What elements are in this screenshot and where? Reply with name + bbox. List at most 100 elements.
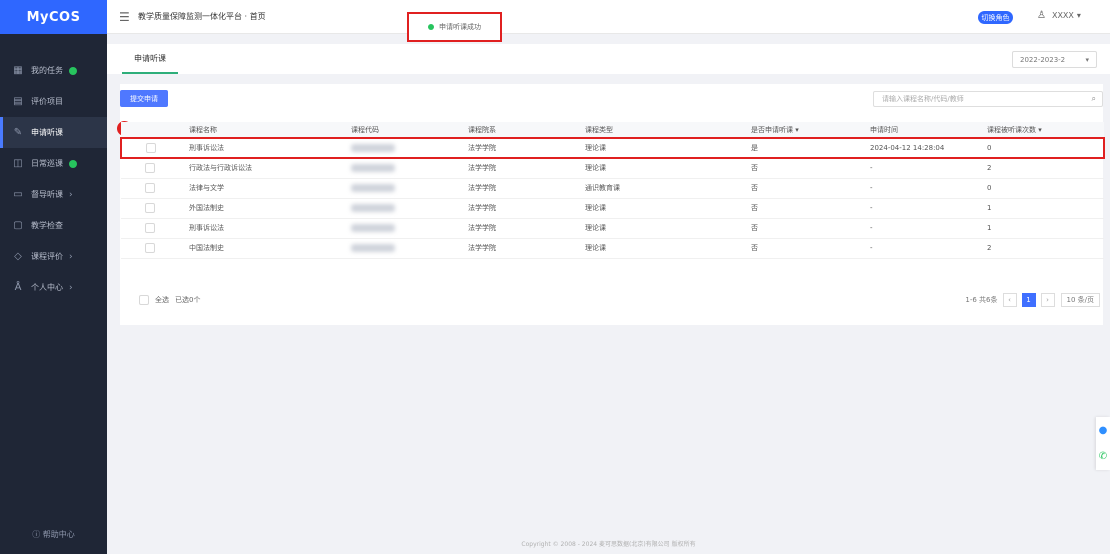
table-cell: -: [870, 218, 987, 239]
search-icon[interactable]: ⌕: [1092, 94, 1096, 104]
redacted-blur: [351, 184, 395, 192]
row-checkbox-cell: [121, 158, 189, 179]
chevron-right-icon: ›: [69, 189, 73, 200]
user-menu[interactable]: ♙ XXXX ▾: [1037, 10, 1081, 21]
table-row[interactable]: 中国法制史 法学学院 理论课否 -2: [121, 238, 1104, 259]
redacted-blur: [351, 164, 395, 173]
course-code-redacted: [351, 198, 468, 219]
sidebar-item-teaching-check[interactable]: ▢ 教学检查: [0, 210, 107, 241]
table-cell: 2: [987, 158, 1104, 179]
chevron-right-icon: ›: [69, 251, 73, 262]
column-header-label: 课程被听课次数: [987, 125, 1036, 134]
select-all-label: 全选: [155, 296, 169, 304]
switch-role-button[interactable]: 切换角色: [978, 11, 1013, 24]
card-icon: ▭: [13, 189, 23, 200]
page-size-select[interactable]: 10 条/页: [1060, 293, 1100, 307]
table-cell: 否: [751, 218, 870, 239]
table-row[interactable]: 外国法制史 法学学院 理论课否 -1: [121, 198, 1104, 219]
table-row[interactable]: 刑事诉讼法 法学学院 理论课否 -1: [121, 218, 1104, 239]
sort-icon[interactable]: ▾: [1038, 126, 1042, 134]
table-cell: 法学学院: [468, 218, 585, 239]
menu-icon[interactable]: ☰: [119, 10, 130, 24]
sidebar-item-supervision[interactable]: ▭ 督导听课 ›: [0, 179, 107, 210]
tab-bar: 申请听课 2022-2023-2 ▾: [107, 44, 1110, 74]
row-checkbox-cell: [121, 178, 189, 199]
table-cell: 否: [751, 198, 870, 219]
help-label: 帮助中心: [42, 530, 75, 539]
row-checkbox[interactable]: [145, 183, 155, 193]
table-cell: 中国法制史: [189, 238, 351, 259]
column-header: 课程院系: [468, 122, 585, 139]
row-checkbox-cell: [121, 238, 189, 259]
sidebar-item-label: 申请听课: [31, 128, 63, 137]
select-all[interactable]: 全选 已选0个: [139, 295, 200, 305]
table-cell: 2024-04-12 14:28:04: [870, 137, 987, 159]
sidebar-item-evaluation[interactable]: ▤ 评价项目: [0, 86, 107, 117]
table-cell: -: [870, 238, 987, 259]
table-cell: 通识教育课: [585, 178, 751, 199]
table-row[interactable]: 刑事诉讼法 法学学院 理论课是 2024-04-12 14:28:04 0: [120, 137, 1105, 159]
column-header: 课程代码: [351, 122, 468, 139]
row-checkbox-cell: [121, 198, 189, 219]
table-cell: -: [870, 158, 987, 179]
doc-icon: ▤: [13, 96, 23, 107]
table-cell: 否: [751, 178, 870, 199]
column-header[interactable]: 课程被听课次数 ▾: [987, 122, 1104, 139]
row-checkbox-cell: [120, 137, 189, 159]
table-cell: -: [870, 178, 987, 199]
semester-select[interactable]: 2022-2023-2 ▾: [1012, 51, 1097, 68]
screen-icon: ▢: [13, 220, 23, 231]
table-cell: 刑事诉讼法: [189, 218, 351, 239]
chevron-right-icon: ›: [69, 282, 73, 293]
course-code-redacted: [351, 218, 468, 239]
sidebar-item-apply-lecture[interactable]: ✎ 申请听课: [0, 117, 107, 148]
table-cell: 刑事诉讼法: [189, 137, 351, 159]
row-checkbox[interactable]: [145, 243, 155, 253]
column-header: 申请时间: [870, 122, 987, 139]
table-cell: -: [870, 198, 987, 219]
table-row[interactable]: 法律与文学 法学学院 通识教育课否 -0: [121, 178, 1104, 199]
prev-page-button[interactable]: ‹: [1002, 293, 1017, 307]
filter-icon[interactable]: ▾: [795, 126, 799, 134]
sidebar-item-personal-center[interactable]: Å 个人中心 ›: [0, 272, 107, 303]
redacted-blur: [351, 224, 395, 232]
phone-icon[interactable]: ✆: [1099, 451, 1107, 462]
row-checkbox[interactable]: [145, 203, 155, 213]
submit-apply-button[interactable]: 提交申请: [120, 90, 168, 107]
table-cell: 理论课: [585, 218, 751, 239]
table-cell: 理论课: [585, 158, 751, 179]
row-checkbox[interactable]: [145, 163, 155, 174]
content-card: 提交申请 请输入课程名称/代码/教师 ⌕ 2 课程名称 课程代码 课程院系 课程…: [117, 84, 1105, 325]
page-title: 教学质量保障监测一体化平台 · 首页: [138, 12, 266, 21]
user-name: XXXX: [1051, 11, 1074, 20]
success-dot-icon: [428, 24, 434, 30]
pager-total: 1-6 共6条: [965, 296, 998, 304]
floating-toolbar: ● ✆: [1096, 417, 1110, 470]
row-checkbox[interactable]: [146, 143, 156, 153]
sidebar-item-label: 督导听课: [31, 190, 63, 199]
sidebar-item-my-tasks[interactable]: ▦ 我的任务: [0, 55, 107, 86]
chevron-down-icon: ▾: [1085, 55, 1089, 64]
course-table: 课程名称 课程代码 课程院系 课程类型 是否申请听课 ▾ 申请时间 课程被听课次…: [120, 122, 1105, 259]
monitor-icon: ◫: [13, 158, 23, 169]
column-header[interactable]: 是否申请听课 ▾: [751, 122, 870, 139]
select-all-checkbox[interactable]: [139, 295, 149, 305]
table-row[interactable]: 行政法与行政诉讼法 法学学院 理论课否 -2: [121, 158, 1104, 179]
redacted-blur: [351, 244, 395, 252]
column-header-label: 是否申请听课: [751, 125, 793, 134]
table-cell: 法学学院: [468, 178, 585, 199]
sidebar-item-daily-inspection[interactable]: ◫ 日常巡课: [0, 148, 107, 179]
search-input[interactable]: 请输入课程名称/代码/教师 ⌕: [873, 91, 1103, 107]
table-cell: 理论课: [585, 238, 751, 259]
sidebar-item-course-evaluation[interactable]: ◇ 课程评价 ›: [0, 241, 107, 272]
help-center-link[interactable]: ⓘ 帮助中心: [0, 529, 107, 540]
notification-dot: [69, 66, 77, 75]
page-button[interactable]: 1: [1021, 293, 1036, 307]
tab-apply-lecture[interactable]: 申请听课: [122, 44, 178, 74]
chat-icon[interactable]: ●: [1099, 425, 1108, 436]
course-code-redacted: [351, 158, 468, 179]
next-page-button[interactable]: ›: [1040, 293, 1055, 307]
app-logo[interactable]: MyCOS: [0, 0, 107, 34]
course-code-redacted: [351, 178, 468, 199]
row-checkbox[interactable]: [145, 223, 155, 233]
